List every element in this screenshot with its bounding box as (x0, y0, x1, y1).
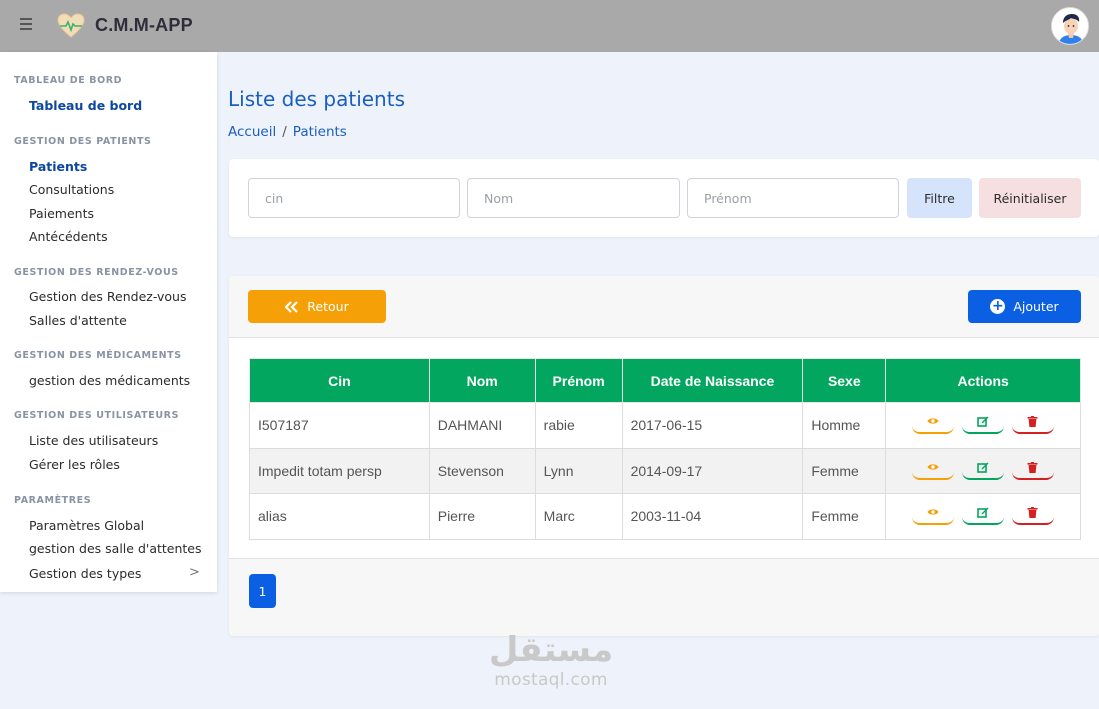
cell-sexe: Homme (802, 402, 887, 449)
view-button[interactable] (912, 462, 955, 480)
column-header-actions: Actions (885, 358, 1081, 403)
watermark: مستقل mostaql.com (481, 630, 621, 690)
column-header-cin[interactable]: Cin (249, 358, 430, 403)
cell-actions (885, 493, 1081, 540)
column-header-date-naissance[interactable]: Date de Naissance (621, 358, 804, 403)
sidebar-heading-medicaments: GESTION DES MÉDICAMENTS (14, 350, 182, 361)
sidebar-item-types[interactable]: Gestion des types (29, 566, 141, 581)
user-avatar-icon[interactable] (1051, 7, 1089, 45)
edit-button[interactable] (962, 416, 1005, 435)
delete-button[interactable] (1012, 461, 1055, 480)
table-row: alias Pierre Marc 2003-11-04 Femme (249, 493, 1081, 540)
sidebar: TABLEAU DE BORD Tableau de bord GESTION … (0, 52, 217, 592)
cell-date-naissance: 2003-11-04 (621, 493, 804, 540)
sidebar-item-rendez-vous[interactable]: Gestion des Rendez-vous (29, 289, 187, 304)
cell-cin: alias (249, 493, 430, 540)
pagination-bar: 1 (229, 558, 1099, 636)
cell-nom: Stevenson (428, 447, 536, 494)
prenom-input[interactable] (687, 178, 899, 218)
table-container: Cin Nom Prénom Date de Naissance Sexe Ac… (229, 338, 1099, 558)
chevron-right-icon[interactable]: > (189, 565, 200, 580)
eye-icon (927, 464, 939, 470)
pagination-page-1[interactable]: 1 (249, 574, 276, 608)
filter-card: Filtre Réinitialiser (229, 159, 1099, 237)
cell-date-naissance: 2017-06-15 (621, 402, 804, 449)
cell-prenom: Marc (534, 493, 623, 540)
trash-icon (1027, 507, 1038, 519)
cell-cin: I507187 (249, 402, 430, 449)
sidebar-item-medicaments[interactable]: gestion des médicaments (29, 373, 190, 388)
filter-button[interactable]: Filtre (907, 178, 972, 218)
column-header-sexe[interactable]: Sexe (802, 358, 887, 403)
cell-cin: Impedit totam persp (249, 447, 430, 494)
sidebar-item-consultations[interactable]: Consultations (29, 182, 114, 197)
table-row: Impedit totam persp Stevenson Lynn 2014-… (249, 447, 1081, 494)
cell-sexe: Femme (802, 447, 887, 494)
reset-button[interactable]: Réinitialiser (979, 178, 1081, 218)
app-title: C.M.M-APP (95, 15, 193, 35)
eye-icon (927, 509, 939, 516)
sidebar-item-salles-attente[interactable]: Salles d'attente (29, 313, 127, 328)
back-button[interactable]: Retour (248, 290, 386, 323)
trash-icon (1027, 461, 1038, 473)
breadcrumb: Accueil / Patients (228, 124, 347, 140)
cell-sexe: Femme (802, 493, 887, 540)
cell-date-naissance: 2014-09-17 (621, 447, 804, 494)
delete-button[interactable] (1012, 416, 1055, 435)
top-navbar: C.M.M-APP (0, 0, 1099, 52)
sidebar-heading-dashboard: TABLEAU DE BORD (14, 75, 123, 86)
column-header-prenom[interactable]: Prénom (534, 358, 623, 403)
cell-prenom: Lynn (534, 447, 623, 494)
cell-prenom: rabie (534, 402, 623, 449)
sidebar-item-roles[interactable]: Gérer les rôles (29, 457, 120, 472)
sidebar-heading-patients: GESTION DES PATIENTS (14, 136, 152, 147)
view-button[interactable] (912, 416, 955, 435)
column-header-nom[interactable]: Nom (428, 358, 536, 403)
breadcrumb-current[interactable]: Patients (293, 124, 347, 140)
add-patient-button[interactable]: + Ajouter (968, 290, 1081, 323)
sidebar-heading-rendez-vous: GESTION DES RENDEZ-VOUS (14, 267, 179, 278)
view-button[interactable] (912, 507, 955, 526)
table-header-row: Cin Nom Prénom Date de Naissance Sexe Ac… (249, 358, 1081, 403)
eye-icon (927, 418, 939, 425)
sidebar-item-tableau-de-bord[interactable]: Tableau de bord (29, 98, 142, 113)
watermark-latin: mostaql.com (494, 670, 608, 690)
cell-actions (885, 402, 1081, 449)
sidebar-item-parametres-global[interactable]: Paramètres Global (29, 518, 144, 533)
trash-icon (1027, 416, 1038, 428)
hamburger-icon[interactable] (20, 18, 34, 32)
sidebar-item-paiements[interactable]: Paiements (29, 206, 94, 221)
edit-icon (977, 462, 989, 473)
nom-input[interactable] (467, 178, 680, 218)
delete-button[interactable] (1012, 507, 1055, 526)
cin-input[interactable] (248, 178, 460, 218)
sidebar-item-patients[interactable]: Patients (29, 159, 87, 174)
edit-button[interactable] (962, 507, 1005, 526)
watermark-arabic: مستقل (488, 630, 614, 670)
list-toolbar: Retour + Ajouter (229, 276, 1099, 338)
cell-actions (885, 447, 1081, 494)
sidebar-heading-utilisateurs: GESTION DES UTILISATEURS (14, 410, 180, 421)
patients-table: Cin Nom Prénom Date de Naissance Sexe Ac… (249, 358, 1081, 540)
patients-list-card: Retour + Ajouter Cin Nom Prénom Date de … (229, 276, 1099, 636)
sidebar-heading-parametres: PARAMÈTRES (14, 495, 92, 506)
edit-icon (977, 507, 989, 519)
sidebar-item-salle-attentes[interactable]: gestion des salle d'attentes (29, 541, 202, 556)
breadcrumb-separator: / (282, 124, 287, 140)
back-button-label: Retour (307, 299, 349, 314)
cell-nom: Pierre (428, 493, 536, 540)
add-button-label: Ajouter (1013, 299, 1059, 314)
double-chevron-left-icon (285, 300, 299, 313)
table-row: I507187 DAHMANI rabie 2017-06-15 Homme (249, 402, 1081, 449)
edit-icon (977, 416, 989, 428)
heart-pulse-icon (57, 13, 85, 39)
page-title: Liste des patients (228, 87, 405, 111)
sidebar-item-antecedents[interactable]: Antécédents (29, 229, 108, 244)
breadcrumb-home-link[interactable]: Accueil (228, 124, 276, 140)
edit-button[interactable] (962, 462, 1005, 480)
sidebar-item-utilisateurs[interactable]: Liste des utilisateurs (29, 433, 158, 448)
plus-circle-icon: + (990, 298, 1006, 314)
cell-nom: DAHMANI (428, 402, 536, 449)
